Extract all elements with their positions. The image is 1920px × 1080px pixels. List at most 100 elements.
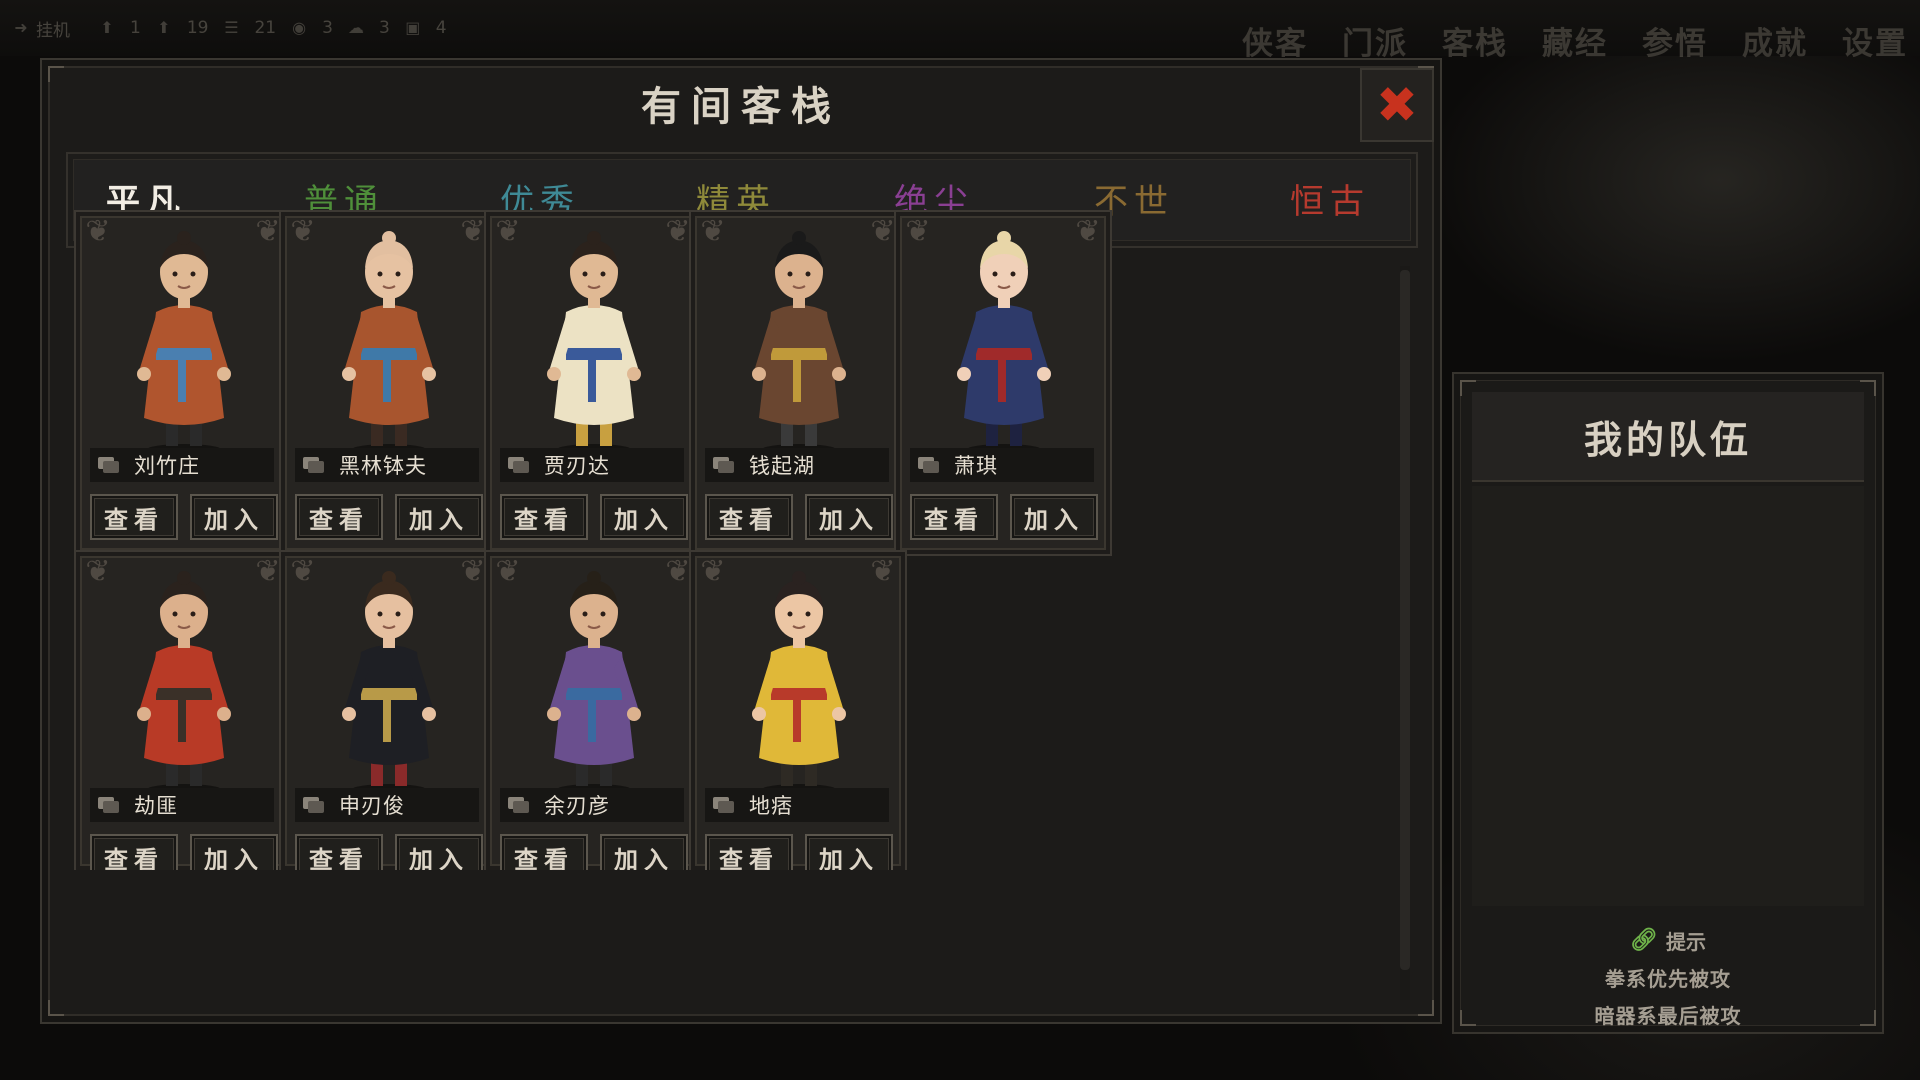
- join-team-button[interactable]: 加入: [600, 834, 688, 870]
- arrow-up-icon: ⬆: [157, 18, 171, 37]
- hero-portrait: [526, 228, 662, 460]
- stat-value: 3: [322, 18, 333, 38]
- chat-icon[interactable]: [918, 457, 940, 473]
- hero-name: 钱起湖: [749, 454, 815, 478]
- hero-name-plate: 地痞: [705, 788, 889, 822]
- hero-portrait: [321, 228, 457, 460]
- nav-settings[interactable]: 设置: [1842, 18, 1908, 63]
- card-ornament: ❦: [85, 214, 111, 249]
- card-ornament: ❦: [1075, 214, 1101, 249]
- stat-value: 1: [130, 18, 141, 38]
- cloud-icon: ☁: [347, 18, 364, 37]
- hero-portrait: [731, 228, 867, 460]
- chat-icon[interactable]: [303, 797, 325, 813]
- hero-portrait: [731, 568, 867, 800]
- view-hero-button[interactable]: 查看: [705, 834, 793, 870]
- stat-label: 挂机: [36, 20, 70, 41]
- arrow-icon: ➜: [14, 18, 28, 37]
- team-title: 我的队伍: [1472, 392, 1864, 482]
- view-hero-button[interactable]: 查看: [295, 834, 383, 870]
- stat-item: ☰ 21: [222, 18, 276, 38]
- panel-corner: [1418, 1000, 1434, 1016]
- nav-achievements[interactable]: 成就: [1742, 18, 1808, 63]
- tip-title: 提示: [1665, 930, 1706, 954]
- hero-portrait-7: [547, 571, 641, 796]
- hero-portrait: [116, 228, 252, 460]
- view-hero-button[interactable]: 查看: [500, 494, 588, 540]
- hero-portrait-8: [752, 571, 846, 796]
- view-hero-button[interactable]: 查看: [90, 494, 178, 540]
- chat-icon[interactable]: [713, 797, 735, 813]
- stat-item: ☁ 3: [347, 18, 390, 38]
- view-hero-button[interactable]: 查看: [910, 494, 998, 540]
- team-slots-area[interactable]: [1472, 486, 1864, 906]
- panel-title: 有间客栈: [641, 84, 841, 130]
- hero-portrait: [936, 228, 1072, 460]
- hero-card[interactable]: ❦ ❦ 地痞 查看 加入: [689, 550, 907, 870]
- join-team-button[interactable]: 加入: [805, 494, 893, 540]
- join-team-button[interactable]: 加入: [395, 834, 483, 870]
- gift-icon: ▣: [405, 18, 421, 37]
- hero-name-plate: 萧琪: [910, 448, 1094, 482]
- hero-card[interactable]: ❦ ❦ 贾刃达 查看 加入: [484, 210, 702, 556]
- chat-icon[interactable]: [508, 457, 530, 473]
- hero-name-plate: 余刃彦: [500, 788, 684, 822]
- card-ornament: ❦: [85, 554, 111, 589]
- close-button[interactable]: ✖: [1360, 68, 1434, 142]
- tip-box: 🔗︎ 提示 拳系优先被攻 暗器系最后被攻: [1472, 918, 1864, 1028]
- hero-name: 地痞: [749, 794, 793, 818]
- hero-portrait: [116, 568, 252, 800]
- stat-item: ⬆ 1: [98, 18, 141, 38]
- hero-name: 劫匪: [134, 794, 178, 818]
- coin-icon: ◉: [292, 18, 307, 37]
- nav-sect[interactable]: 门派: [1342, 18, 1408, 63]
- view-hero-button[interactable]: 查看: [705, 494, 793, 540]
- hero-card[interactable]: ❦ ❦ 申刃俊 查看 加入: [279, 550, 497, 870]
- hero-name: 刘竹庄: [134, 454, 200, 478]
- chat-icon[interactable]: [303, 457, 325, 473]
- scrollbar-thumb[interactable]: [1400, 270, 1410, 970]
- hero-portrait-4: [957, 231, 1051, 456]
- hero-card[interactable]: ❦ ❦ 余刃彦 查看 加入: [484, 550, 702, 870]
- nav-inn[interactable]: 客栈: [1442, 18, 1508, 63]
- chat-icon[interactable]: [98, 457, 120, 473]
- join-team-button[interactable]: 加入: [805, 834, 893, 870]
- hero-name-plate: 申刃俊: [295, 788, 479, 822]
- card-ornament: ❦: [495, 214, 521, 249]
- join-team-button[interactable]: 加入: [1010, 494, 1098, 540]
- link-icon: 🔗︎: [1630, 928, 1658, 953]
- card-ornament: ❦: [290, 554, 316, 589]
- join-team-button[interactable]: 加入: [395, 494, 483, 540]
- chat-icon[interactable]: [98, 797, 120, 813]
- nav-comprehend[interactable]: 参悟: [1642, 18, 1708, 63]
- join-team-button[interactable]: 加入: [190, 834, 278, 870]
- tip-header: 🔗︎ 提示: [1472, 926, 1864, 955]
- nav-heroes[interactable]: 侠客: [1242, 18, 1308, 63]
- view-hero-button[interactable]: 查看: [500, 834, 588, 870]
- hero-name-plate: 贾刃达: [500, 448, 684, 482]
- hero-card[interactable]: ❦ ❦ 刘竹庄 查看 加入: [74, 210, 292, 556]
- tip-line: 暗器系最后被攻: [1594, 1004, 1742, 1028]
- hero-name-plate: 黑林钵夫: [295, 448, 479, 482]
- card-ornament: ❦: [700, 214, 726, 249]
- hero-name: 申刃俊: [339, 794, 405, 818]
- hero-card[interactable]: ❦ ❦ 黑林钵夫 查看 加入: [279, 210, 497, 556]
- view-hero-button[interactable]: 查看: [295, 494, 383, 540]
- hero-name-plate: 钱起湖: [705, 448, 889, 482]
- hero-card[interactable]: ❦ ❦ 萧琪 查看 加入: [894, 210, 1112, 556]
- tab-eternal[interactable]: 恒古: [1290, 174, 1370, 223]
- chat-icon[interactable]: [508, 797, 530, 813]
- hero-portrait-5: [137, 571, 231, 796]
- chat-icon[interactable]: [713, 457, 735, 473]
- join-team-button[interactable]: 加入: [600, 494, 688, 540]
- card-ornament: ❦: [870, 554, 896, 589]
- view-hero-button[interactable]: 查看: [90, 834, 178, 870]
- hero-card[interactable]: ❦ ❦ 钱起湖 查看 加入: [689, 210, 907, 556]
- tip-line: 拳系优先被攻: [1605, 967, 1731, 991]
- nav-scriptures[interactable]: 藏经: [1542, 18, 1608, 63]
- join-team-button[interactable]: 加入: [190, 494, 278, 540]
- hero-card[interactable]: ❦ ❦ 劫匪 查看 加入: [74, 550, 292, 870]
- hero-portrait: [526, 568, 662, 800]
- hero-name: 贾刃达: [544, 454, 610, 478]
- hero-portrait-3: [752, 231, 846, 456]
